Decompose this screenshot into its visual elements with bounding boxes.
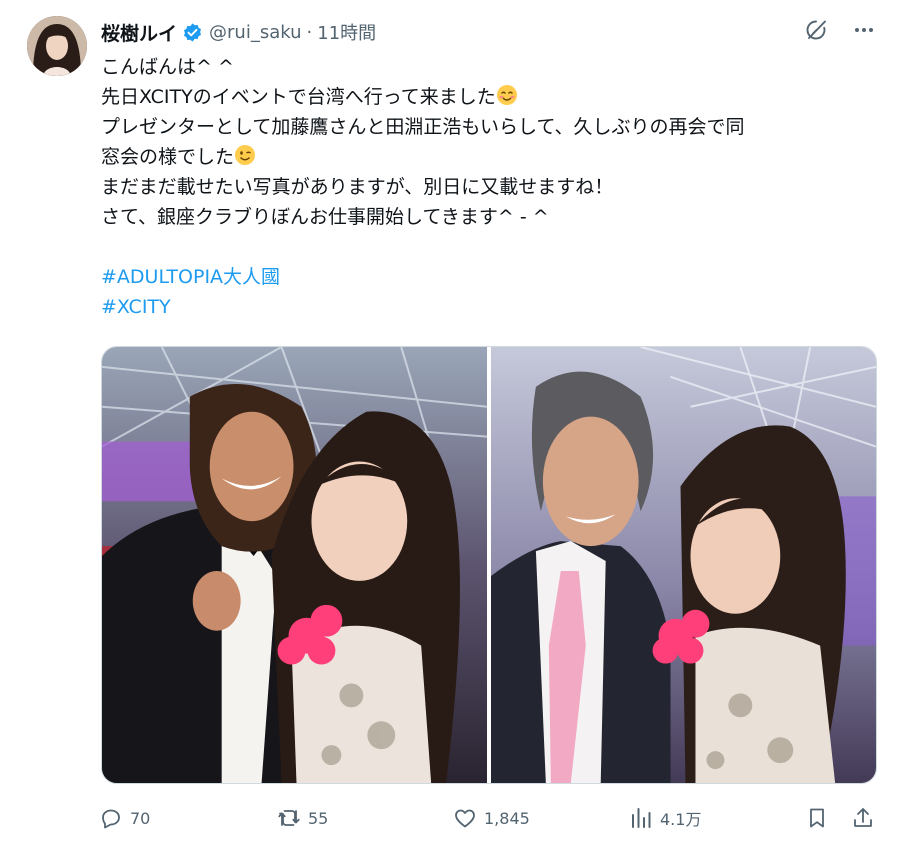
reply-icon	[102, 809, 120, 829]
user-handle[interactable]: @rui_saku	[209, 22, 302, 43]
media-grid	[101, 346, 877, 784]
tweet-line: まだまだ載せたい写真がありますが、別日に又載せますね！	[101, 176, 614, 198]
avatar-image	[27, 16, 87, 76]
view-count: 4.1万	[660, 810, 702, 829]
share-button[interactable]	[851, 806, 875, 830]
photo-2[interactable]	[491, 347, 876, 783]
winking-face-emoji-icon	[235, 145, 256, 165]
views-button[interactable]: 4.1万	[629, 806, 701, 830]
separator-dot: ·	[306, 21, 313, 43]
reply-button[interactable]: 70	[99, 806, 150, 830]
tweet-header: 桜樹ルイ @rui_saku · 11時間	[101, 18, 376, 46]
hashtag-adultopia[interactable]: #ADULTOPIA大人國	[101, 262, 891, 292]
heart-icon	[455, 809, 475, 828]
bookmark-icon	[810, 808, 824, 828]
tweet-line: さて、銀座クラブりぼんお仕事開始してきます^ - ^	[101, 206, 549, 228]
like-count: 1,845	[484, 808, 530, 828]
retweet-button[interactable]: 55	[277, 806, 328, 830]
display-name[interactable]: 桜樹ルイ	[101, 19, 177, 46]
tweet-line: プレゼンターとして加藤鷹さんと田淵正浩もいらして、久しぶりの再会で同	[101, 116, 745, 138]
tweet-actions: 70 55 1,845 4.1万	[99, 802, 879, 834]
verified-badge-icon[interactable]	[182, 22, 203, 43]
grok-icon[interactable]	[803, 17, 829, 43]
photo-2-image	[491, 347, 876, 783]
bookmark-button[interactable]	[805, 806, 829, 830]
tweet-line: 窓会の様でした	[101, 142, 891, 172]
tweet-line: 先日XCITYのイベントで台湾へ行って来ました	[101, 82, 891, 112]
timestamp[interactable]: 11時間	[317, 19, 376, 45]
more-icon[interactable]	[851, 17, 877, 43]
reply-count: 70	[130, 808, 151, 828]
retweet-icon	[278, 810, 300, 826]
avatar[interactable]	[27, 16, 87, 76]
smiling-face-emoji-icon	[496, 85, 517, 105]
retweet-count: 55	[308, 808, 329, 828]
photo-1[interactable]	[102, 347, 487, 783]
photo-1-image	[102, 347, 487, 783]
header-actions	[803, 17, 877, 43]
hashtag-xcity[interactable]: #XCITY	[101, 292, 891, 322]
tweet-text: こんばんは^ ^ 先日XCITYのイベントで台湾へ行って来ました プレゼンターと…	[101, 52, 891, 322]
like-button[interactable]: 1,845	[453, 806, 530, 830]
tweet-line: こんばんは^ ^	[101, 56, 234, 78]
analytics-icon	[632, 808, 651, 828]
share-icon	[854, 808, 872, 827]
